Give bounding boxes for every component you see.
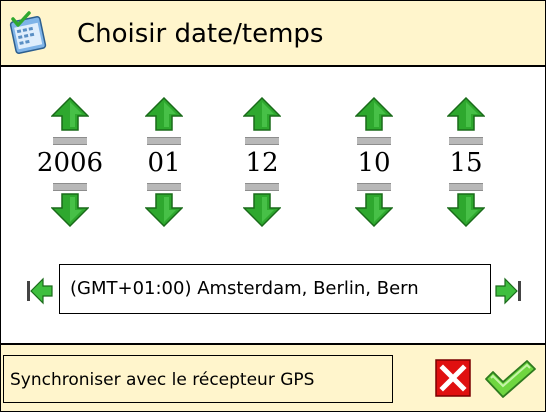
timezone-label: (GMT+01:00) Amsterdam, Berlin, Bern — [70, 278, 419, 299]
minute-down-arrow-icon[interactable] — [447, 193, 485, 227]
calendar-icon — [9, 11, 47, 54]
window: Choisir date/temps 2006 01 12 10 15 (GMT… — [0, 0, 546, 412]
timezone-next-arrow-icon[interactable] — [495, 277, 521, 305]
year-upper-divider — [53, 137, 87, 145]
page-title: Choisir date/temps — [77, 19, 324, 49]
hour-up-arrow-icon[interactable] — [355, 97, 393, 131]
minute-spinner: 15 — [431, 97, 501, 227]
hour-spinner: 10 — [339, 97, 409, 227]
year-spinner: 2006 — [35, 97, 105, 227]
sync-gps-button[interactable]: Synchroniser avec le récepteur GPS — [3, 355, 393, 403]
day-value[interactable]: 12 — [227, 148, 297, 178]
month-spinner: 01 — [129, 97, 199, 227]
timezone-prev-arrow-icon[interactable] — [27, 277, 53, 305]
hour-value[interactable]: 10 — [339, 148, 409, 178]
month-value[interactable]: 01 — [129, 148, 199, 178]
day-down-arrow-icon[interactable] — [243, 193, 281, 227]
hour-upper-divider — [357, 137, 391, 145]
year-up-arrow-icon[interactable] — [51, 97, 89, 131]
month-up-arrow-icon[interactable] — [145, 97, 183, 131]
day-spinner: 12 — [227, 97, 297, 227]
minute-lower-divider — [449, 183, 483, 191]
minute-upper-divider — [449, 137, 483, 145]
hour-down-arrow-icon[interactable] — [355, 193, 393, 227]
minute-up-arrow-icon[interactable] — [447, 97, 485, 131]
close-icon[interactable] — [435, 359, 471, 397]
day-upper-divider — [245, 137, 279, 145]
footer-bar: Synchroniser avec le récepteur GPS — [1, 343, 545, 411]
year-down-arrow-icon[interactable] — [51, 193, 89, 227]
year-value[interactable]: 2006 — [35, 148, 105, 178]
year-lower-divider — [53, 183, 87, 191]
month-lower-divider — [147, 183, 181, 191]
hour-lower-divider — [357, 183, 391, 191]
date-time-panel: 2006 01 12 10 15 (GMT+01:00) Amsterdam, … — [1, 67, 545, 343]
sync-gps-label: Synchroniser avec le récepteur GPS — [10, 370, 315, 390]
minute-value[interactable]: 15 — [431, 148, 501, 178]
month-down-arrow-icon[interactable] — [145, 193, 183, 227]
day-lower-divider — [245, 183, 279, 191]
timezone-selector[interactable]: (GMT+01:00) Amsterdam, Berlin, Bern — [59, 264, 491, 314]
title-bar: Choisir date/temps — [1, 1, 545, 67]
month-upper-divider — [147, 137, 181, 145]
day-up-arrow-icon[interactable] — [243, 97, 281, 131]
checkmark-icon[interactable] — [483, 359, 537, 399]
